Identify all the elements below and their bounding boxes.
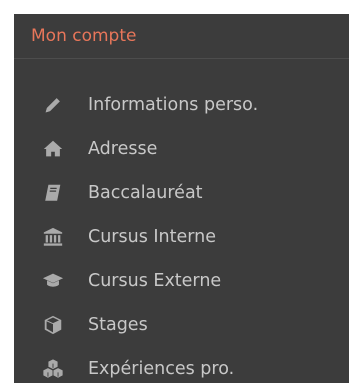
menu-item-label: Baccalauréat	[88, 183, 203, 203]
book-icon	[42, 182, 64, 204]
menu-item-label: Cursus Externe	[88, 271, 222, 291]
account-menu-panel: Mon compte Informations perso. Adresse B…	[14, 14, 349, 383]
menu-header: Mon compte	[14, 14, 349, 59]
graduation-cap-icon	[42, 270, 64, 292]
pencil-icon	[42, 94, 64, 116]
menu-item-label: Stages	[88, 315, 148, 335]
cubes-icon	[42, 358, 64, 380]
menu-item-baccalaureat[interactable]: Baccalauréat	[14, 171, 349, 215]
home-icon	[42, 138, 64, 160]
menu-item-label: Cursus Interne	[88, 227, 217, 247]
cube-icon	[42, 314, 64, 336]
institution-icon	[42, 226, 64, 248]
menu-item-experiences[interactable]: Expériences pro.	[14, 347, 349, 391]
menu-item-stages[interactable]: Stages	[14, 303, 349, 347]
menu-item-cursus-externe[interactable]: Cursus Externe	[14, 259, 349, 303]
menu-item-cursus-interne[interactable]: Cursus Interne	[14, 215, 349, 259]
menu-item-label: Adresse	[88, 139, 158, 159]
menu-item-adresse[interactable]: Adresse	[14, 127, 349, 171]
menu-item-label: Expériences pro.	[88, 359, 235, 379]
menu-item-informations[interactable]: Informations perso.	[14, 83, 349, 127]
menu-title: Mon compte	[31, 26, 137, 46]
menu-item-label: Informations perso.	[88, 95, 259, 115]
